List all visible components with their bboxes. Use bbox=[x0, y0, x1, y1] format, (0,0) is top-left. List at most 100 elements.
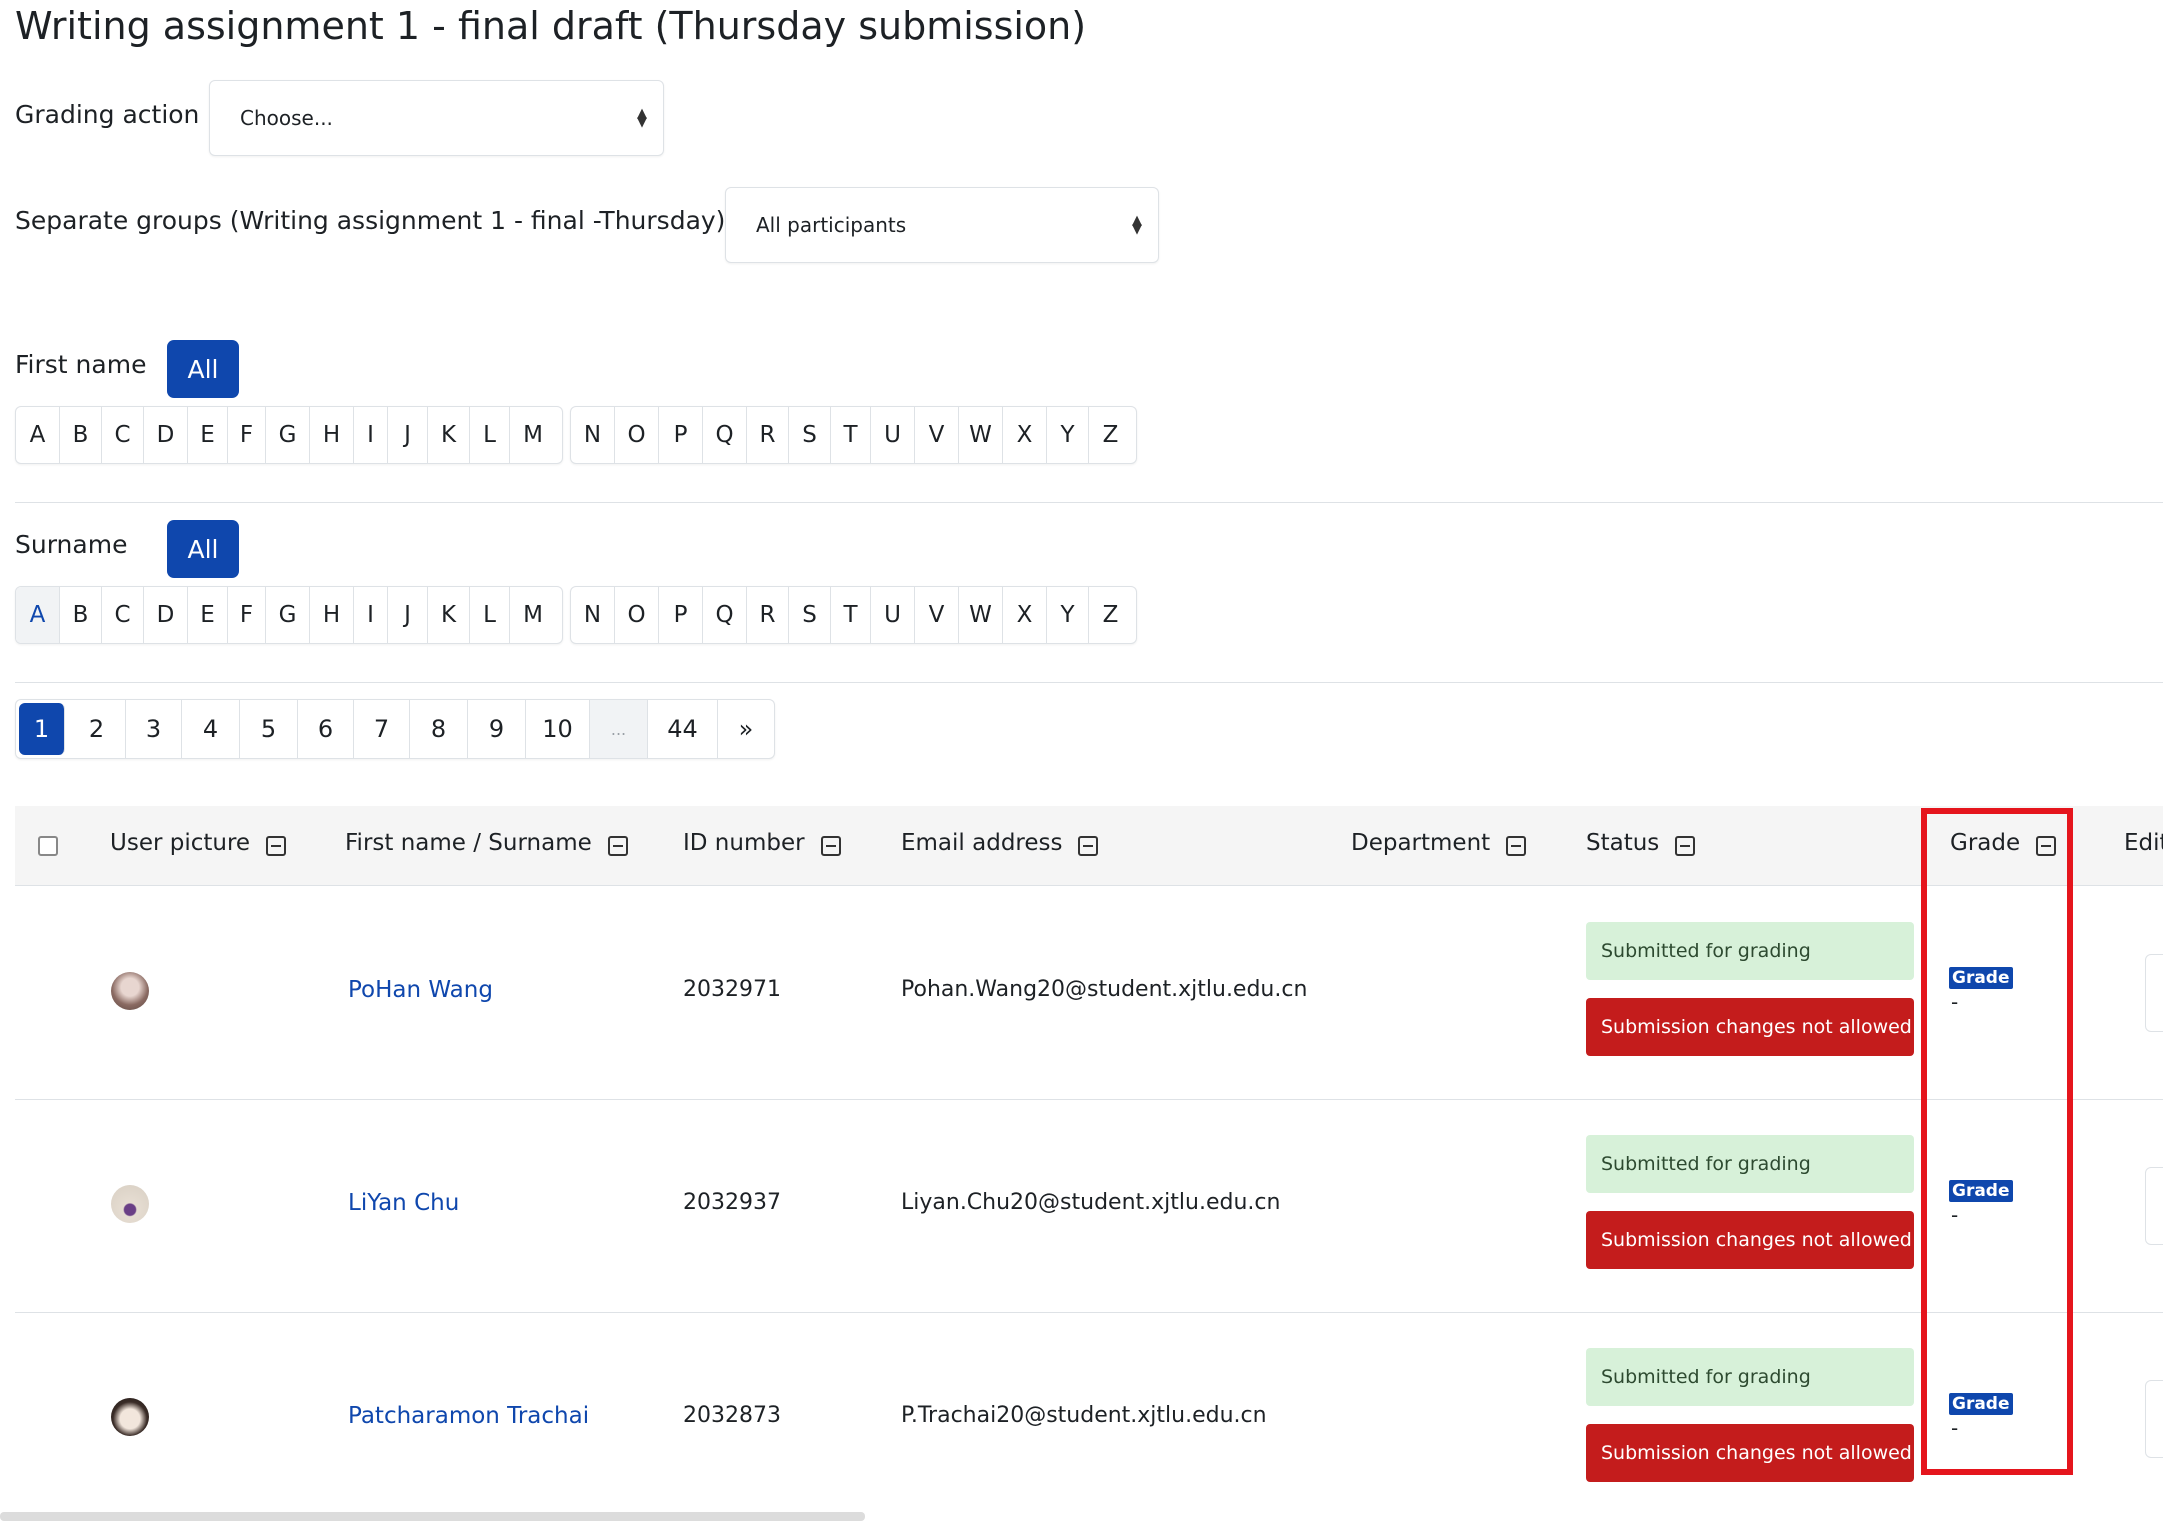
initial-letter-q[interactable]: Q bbox=[703, 407, 747, 463]
next-page-link[interactable]: » bbox=[718, 700, 774, 758]
initial-letter-k[interactable]: K bbox=[428, 587, 470, 643]
edit-menu[interactable] bbox=[2145, 954, 2163, 1032]
initial-letter-f[interactable]: F bbox=[228, 407, 266, 463]
initial-letter-v[interactable]: V bbox=[915, 407, 959, 463]
page-link[interactable]: 6 bbox=[298, 700, 354, 758]
collapse-column-icon[interactable] bbox=[820, 836, 841, 856]
th-department[interactable]: Department bbox=[1351, 830, 1527, 856]
collapse-column-icon[interactable] bbox=[1675, 836, 1696, 856]
initial-letter-l[interactable]: L bbox=[470, 587, 510, 643]
initial-letter-p[interactable]: P bbox=[659, 407, 703, 463]
initial-letter-n[interactable]: N bbox=[571, 587, 615, 643]
page-link[interactable]: 1 bbox=[19, 703, 65, 755]
status-locked-badge: Submission changes not allowed bbox=[1586, 1211, 1914, 1269]
th-status[interactable]: Status bbox=[1586, 830, 1696, 856]
th-name-label[interactable]: First name / Surname bbox=[345, 830, 592, 856]
initial-letter-j[interactable]: J bbox=[388, 407, 428, 463]
edit-menu[interactable] bbox=[2145, 1167, 2163, 1245]
initial-letter-u[interactable]: U bbox=[871, 587, 915, 643]
surname-all-button[interactable]: All bbox=[167, 520, 239, 578]
initial-letter-e[interactable]: E bbox=[188, 407, 228, 463]
initial-letter-l[interactable]: L bbox=[470, 407, 510, 463]
initial-letter-x[interactable]: X bbox=[1003, 407, 1047, 463]
initial-letter-u[interactable]: U bbox=[871, 407, 915, 463]
th-status-label[interactable]: Status bbox=[1586, 830, 1659, 856]
user-name-link[interactable]: PoHan Wang bbox=[348, 977, 493, 1003]
page-link[interactable]: 4 bbox=[182, 700, 240, 758]
initial-letter-q[interactable]: Q bbox=[703, 587, 747, 643]
page-title: Writing assignment 1 - final draft (Thur… bbox=[15, 4, 1087, 48]
th-email[interactable]: Email address bbox=[901, 830, 1099, 856]
initial-letter-e[interactable]: E bbox=[188, 587, 228, 643]
initial-letter-w[interactable]: W bbox=[959, 407, 1003, 463]
initial-letter-n[interactable]: N bbox=[571, 407, 615, 463]
initial-letter-m[interactable]: M bbox=[510, 587, 556, 643]
initial-letter-a[interactable]: A bbox=[16, 587, 60, 643]
initial-letter-i[interactable]: I bbox=[354, 407, 388, 463]
initial-letter-r[interactable]: R bbox=[747, 587, 789, 643]
initial-letter-y[interactable]: Y bbox=[1047, 407, 1089, 463]
th-department-label[interactable]: Department bbox=[1351, 830, 1490, 856]
initial-letter-h[interactable]: H bbox=[310, 587, 354, 643]
email-address: Pohan.Wang20@student.xjtlu.edu.cn bbox=[901, 977, 1308, 1002]
select-all-checkbox[interactable] bbox=[38, 836, 58, 856]
th-id-number-label[interactable]: ID number bbox=[683, 830, 805, 856]
initial-letter-x[interactable]: X bbox=[1003, 587, 1047, 643]
initial-letter-o[interactable]: O bbox=[615, 407, 659, 463]
initial-letter-c[interactable]: C bbox=[102, 407, 144, 463]
initial-letter-k[interactable]: K bbox=[428, 407, 470, 463]
page-link[interactable]: 5 bbox=[240, 700, 298, 758]
initial-letter-t[interactable]: T bbox=[831, 407, 871, 463]
th-email-label[interactable]: Email address bbox=[901, 830, 1062, 856]
initial-letter-o[interactable]: O bbox=[615, 587, 659, 643]
divider bbox=[15, 682, 2163, 683]
initial-letter-j[interactable]: J bbox=[388, 587, 428, 643]
page-link[interactable]: 2 bbox=[68, 700, 126, 758]
page-link[interactable]: 3 bbox=[126, 700, 182, 758]
th-id-number[interactable]: ID number bbox=[683, 830, 841, 856]
initial-letter-d[interactable]: D bbox=[144, 587, 188, 643]
initial-letter-z[interactable]: Z bbox=[1089, 407, 1132, 463]
initial-letter-m[interactable]: M bbox=[510, 407, 556, 463]
page-link[interactable]: 7 bbox=[354, 700, 410, 758]
page-link[interactable]: 8 bbox=[410, 700, 468, 758]
collapse-column-icon[interactable] bbox=[266, 836, 287, 856]
first-name-all-button[interactable]: All bbox=[167, 340, 239, 398]
collapse-column-icon[interactable] bbox=[1506, 836, 1527, 856]
initial-letter-c[interactable]: C bbox=[102, 587, 144, 643]
edit-menu[interactable] bbox=[2145, 1380, 2163, 1458]
collapse-column-icon[interactable] bbox=[607, 836, 628, 856]
initial-letter-v[interactable]: V bbox=[915, 587, 959, 643]
page-link[interactable]: 10 bbox=[526, 700, 590, 758]
page-link[interactable]: 9 bbox=[468, 700, 526, 758]
th-name[interactable]: First name / Surname bbox=[345, 830, 628, 856]
initial-letter-t[interactable]: T bbox=[831, 587, 871, 643]
horizontal-scrollbar[interactable] bbox=[0, 1512, 865, 1521]
initial-letter-h[interactable]: H bbox=[310, 407, 354, 463]
status-submitted-badge: Submitted for grading bbox=[1586, 1348, 1914, 1406]
collapse-column-icon[interactable] bbox=[1078, 836, 1099, 856]
initial-letter-g[interactable]: G bbox=[266, 407, 310, 463]
user-avatar[interactable] bbox=[111, 972, 149, 1010]
initial-letter-b[interactable]: B bbox=[60, 407, 102, 463]
initial-letter-b[interactable]: B bbox=[60, 587, 102, 643]
initial-letter-f[interactable]: F bbox=[228, 587, 266, 643]
initial-letter-s[interactable]: S bbox=[789, 587, 831, 643]
initial-letter-w[interactable]: W bbox=[959, 587, 1003, 643]
user-name-link[interactable]: LiYan Chu bbox=[348, 1190, 459, 1216]
initial-letter-s[interactable]: S bbox=[789, 407, 831, 463]
initial-letter-i[interactable]: I bbox=[354, 587, 388, 643]
initial-letter-r[interactable]: R bbox=[747, 407, 789, 463]
user-avatar[interactable] bbox=[111, 1185, 149, 1223]
initial-letter-g[interactable]: G bbox=[266, 587, 310, 643]
groups-select[interactable]: All participants ▲ ▼ bbox=[725, 187, 1159, 263]
initial-letter-p[interactable]: P bbox=[659, 587, 703, 643]
initial-letter-y[interactable]: Y bbox=[1047, 587, 1089, 643]
initial-letter-d[interactable]: D bbox=[144, 407, 188, 463]
grading-action-select[interactable]: Choose... ▲ ▼ bbox=[209, 80, 664, 156]
initial-letter-z[interactable]: Z bbox=[1089, 587, 1132, 643]
user-name-link[interactable]: Patcharamon Trachai bbox=[348, 1403, 589, 1429]
user-avatar[interactable] bbox=[111, 1398, 149, 1436]
initial-letter-a[interactable]: A bbox=[16, 407, 60, 463]
page-link[interactable]: 44 bbox=[648, 700, 718, 758]
